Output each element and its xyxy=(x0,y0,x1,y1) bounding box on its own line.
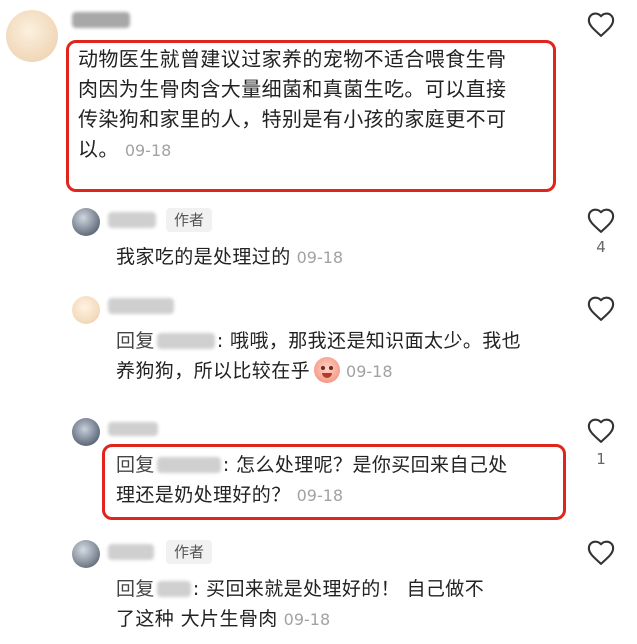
reply-line: 回复 : 哦哦，那我还是知识面太少。我也 xyxy=(116,326,566,356)
reply-body: 我家吃的是处理过的 09-18 xyxy=(116,242,556,273)
reply-username-blurred[interactable] xyxy=(108,298,174,314)
heart-outline-icon xyxy=(587,418,615,443)
reply-avatar[interactable] xyxy=(72,540,100,568)
reply-date: 09-18 xyxy=(346,362,393,381)
reply-avatar[interactable] xyxy=(72,418,100,446)
reply-line: 养狗狗，所以比较在乎 09-18 xyxy=(116,356,566,387)
reply-avatar[interactable] xyxy=(72,296,100,324)
reply-date: 09-18 xyxy=(296,248,344,267)
mentioned-username-blurred[interactable] xyxy=(156,333,215,349)
reply-text: : 哦哦，那我还是知识面太少。我也 xyxy=(216,330,522,352)
reply-username-blurred[interactable] xyxy=(108,544,154,560)
reply-username-blurred[interactable] xyxy=(108,422,158,436)
commenter-username-blurred[interactable] xyxy=(72,12,130,28)
heart-outline-icon xyxy=(587,296,615,321)
like-button[interactable] xyxy=(586,294,616,324)
reply-prefix: 回复 xyxy=(116,578,155,600)
author-tag: 作者 xyxy=(166,540,213,564)
like-button[interactable] xyxy=(586,10,616,40)
reply-body: 回复 : 哦哦，那我还是知识面太少。我也 养狗狗，所以比较在乎 09-18 xyxy=(116,326,566,387)
comment-highlight-box xyxy=(66,40,556,192)
reply-text: 了这种 大片生骨肉 xyxy=(116,608,278,630)
reply-text: 养狗狗，所以比较在乎 xyxy=(116,360,311,382)
reply-line: 了这种 大片生骨肉 09-18 xyxy=(116,604,576,635)
reply-text: : 买回来就是处理好的！ 自己做不 xyxy=(192,578,485,600)
like-button[interactable] xyxy=(586,538,616,568)
like-count: 1 xyxy=(596,450,606,468)
reply-highlight-box xyxy=(102,444,566,520)
commenter-avatar[interactable] xyxy=(6,10,58,62)
reply-avatar[interactable] xyxy=(72,208,100,236)
reply-line: 回复 : 买回来就是处理好的！ 自己做不 xyxy=(116,574,576,604)
like-button[interactable] xyxy=(586,206,616,236)
like-button[interactable] xyxy=(586,416,616,446)
reply-body: 回复 : 买回来就是处理好的！ 自己做不 了这种 大片生骨肉 09-18 xyxy=(116,574,576,635)
reply-date: 09-18 xyxy=(283,610,331,629)
author-tag: 作者 xyxy=(166,208,213,232)
like-count: 4 xyxy=(596,238,606,256)
reply-text: 我家吃的是处理过的 xyxy=(116,246,291,268)
mentioned-username-blurred[interactable] xyxy=(156,581,191,597)
reply-username-blurred[interactable] xyxy=(108,212,156,228)
heart-outline-icon xyxy=(587,208,615,233)
heart-outline-icon xyxy=(587,540,615,565)
flushed-face-icon xyxy=(314,357,341,383)
heart-outline-icon xyxy=(587,12,615,37)
reply-prefix: 回复 xyxy=(116,330,155,352)
